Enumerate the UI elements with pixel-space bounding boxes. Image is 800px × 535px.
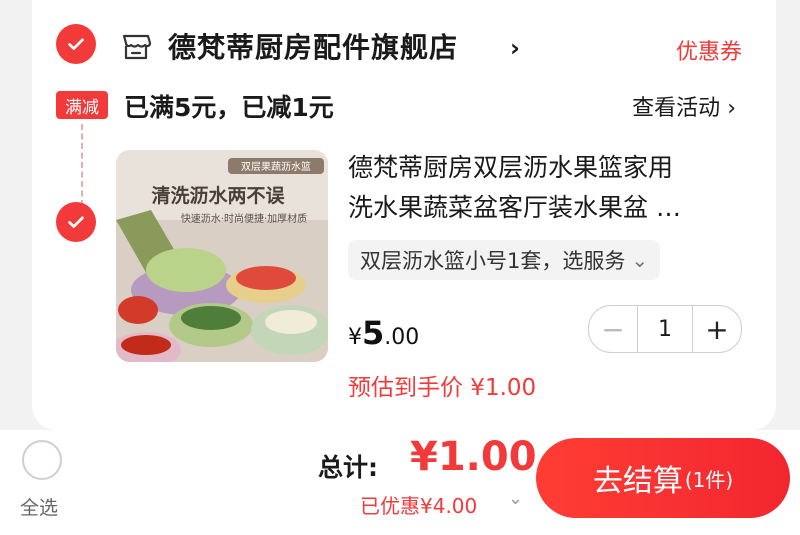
sku-text: 双层沥水篮小号1套，选服务 <box>360 249 626 273</box>
price: ¥5.00 <box>348 314 419 352</box>
checkout-count: (1件) <box>684 467 734 492</box>
product-thumbnail[interactable]: 双层果蔬沥水篮 清洗沥水两不误 快速沥水·时尚便捷·加厚材质 <box>116 150 328 362</box>
checkout-label: 去结算 <box>592 464 683 499</box>
chevron-down-icon: ⌄ <box>631 248 649 272</box>
store-icon <box>120 32 152 62</box>
shop-cart-card: 德梵蒂厨房配件旗舰店 › 优惠券 满减 已满5元，已减1元 查看活动 › 双层果… <box>32 0 776 430</box>
estimated-price: 预估到手价 ¥1.00 <box>348 375 537 401</box>
image-caption-text: 快速沥水·时尚便捷·加厚材质 <box>181 212 307 225</box>
chevron-right-icon: › <box>727 96 736 121</box>
store-select-checkbox[interactable] <box>56 24 96 64</box>
checkmark-icon <box>68 38 84 50</box>
quantity-stepper: − 1 + <box>588 305 742 353</box>
checkout-bar: 全选 总计: ¥1.00 已优惠¥4.00 ⌄ 去结算 (1件) <box>0 430 800 535</box>
discount-detail-link[interactable]: 已优惠¥4.00 <box>360 490 477 519</box>
product-title-line: 洗水果蔬菜盆客厅装水果盆 … <box>348 193 681 222</box>
chevron-down-icon[interactable]: ⌄ <box>508 488 523 509</box>
promo-tag: 满减 <box>56 91 108 119</box>
view-promo-link[interactable]: 查看活动 › <box>632 90 736 122</box>
product-title-line: 德梵蒂厨房双层沥水果篮家用 <box>348 153 674 182</box>
price-currency: ¥ <box>348 325 362 350</box>
checkmark-icon <box>68 216 84 228</box>
store-header: 德梵蒂厨房配件旗舰店 › 优惠券 <box>32 24 776 68</box>
price-decimal: .00 <box>384 325 420 350</box>
product-title[interactable]: 德梵蒂厨房双层沥水果篮家用 洗水果蔬菜盆客厅装水果盆 … <box>348 148 748 228</box>
price-integer: 5 <box>362 314 385 352</box>
image-banner-text: 清洗沥水两不误 <box>151 184 285 207</box>
divider-line <box>81 124 83 206</box>
chevron-right-icon[interactable]: › <box>510 34 520 62</box>
quantity-input[interactable]: 1 <box>637 306 693 352</box>
store-name-link[interactable]: 德梵蒂厨房配件旗舰店 <box>168 26 458 66</box>
image-tag-text: 双层果蔬沥水篮 <box>241 160 311 173</box>
view-promo-label: 查看活动 <box>632 96 721 121</box>
select-all-radio[interactable] <box>22 440 62 480</box>
total-amount: ¥1.00 <box>410 434 537 480</box>
sku-selector[interactable]: 双层沥水篮小号1套，选服务 ⌄ <box>348 240 661 280</box>
checkout-button[interactable]: 去结算 (1件) <box>536 438 790 518</box>
promo-text: 已满5元，已减1元 <box>124 93 334 122</box>
increase-quantity-button[interactable]: + <box>693 306 741 352</box>
total-label: 总计: <box>318 453 378 482</box>
coupon-button[interactable]: 优惠券 <box>676 34 742 66</box>
decrease-quantity-button[interactable]: − <box>589 306 637 352</box>
item-select-checkbox[interactable] <box>56 202 96 242</box>
select-all-label[interactable]: 全选 <box>20 493 58 520</box>
